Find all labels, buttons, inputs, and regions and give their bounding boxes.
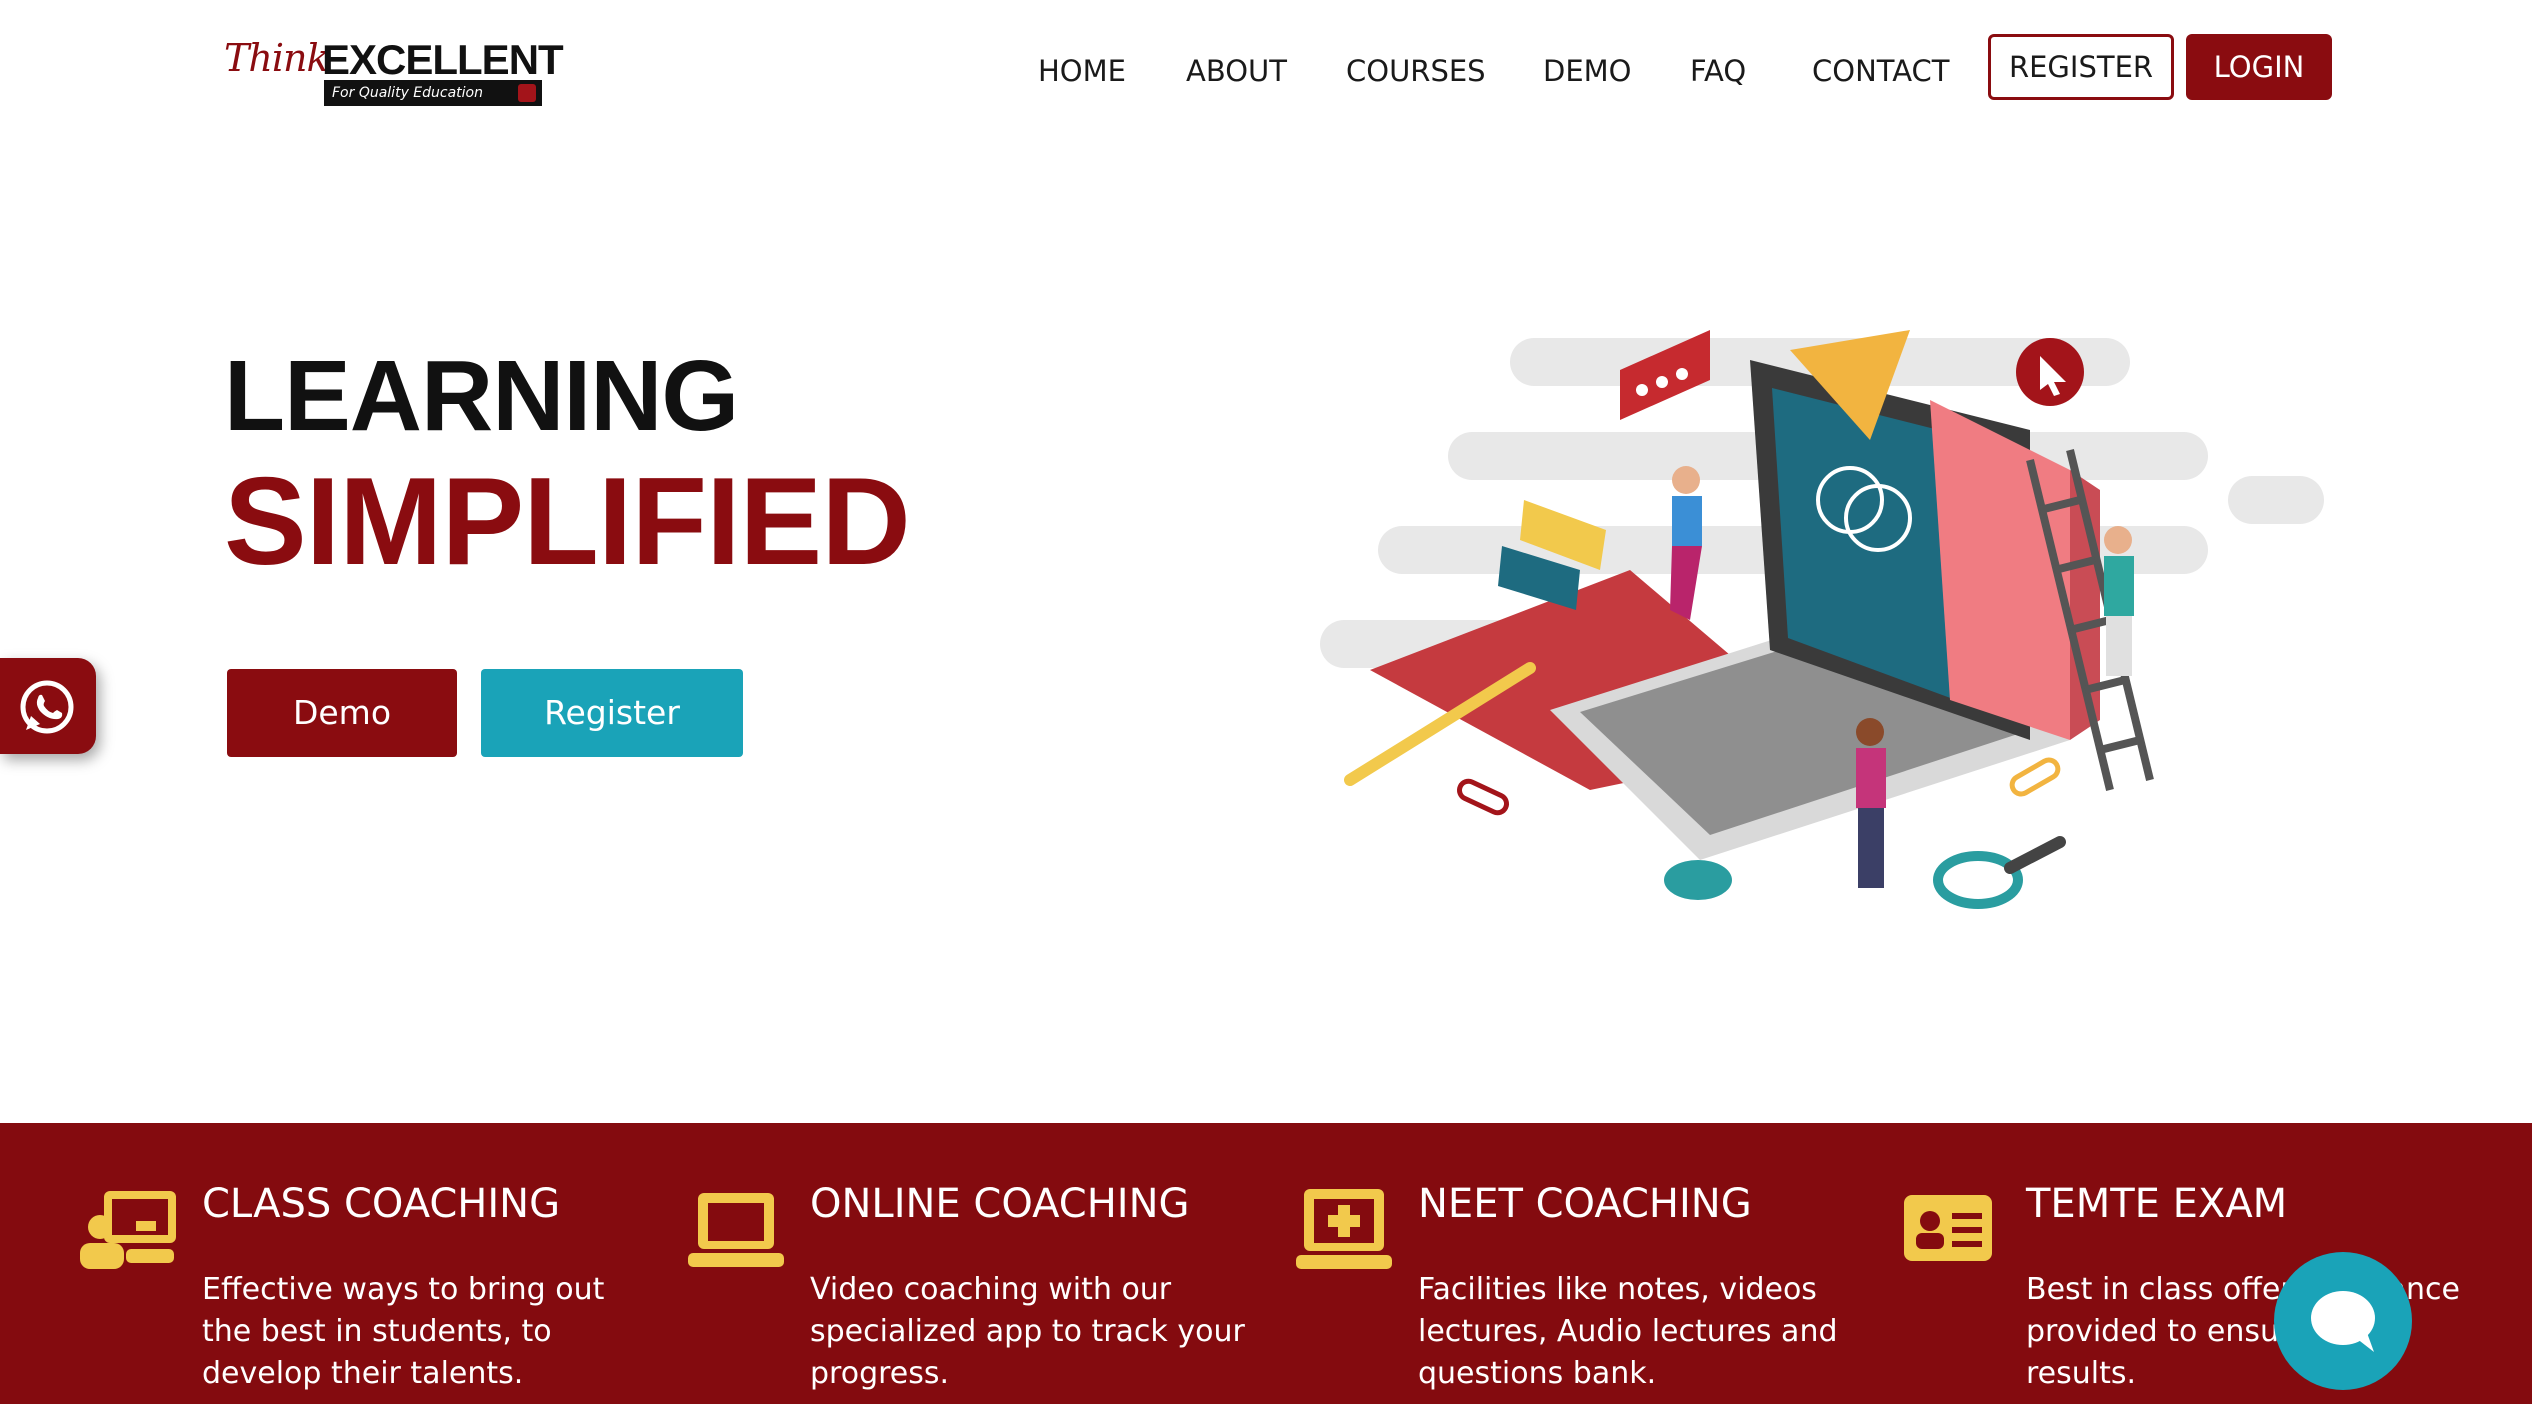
hero-register-button[interactable]: Register: [481, 669, 743, 757]
person-jumping-shape: [1670, 466, 1702, 620]
logo-think-text: Think: [224, 36, 329, 80]
teal-disc-shape: [1664, 860, 1732, 900]
nav-faq[interactable]: FAQ: [1690, 50, 1746, 92]
nav-contact[interactable]: CONTACT: [1812, 50, 1950, 92]
service-description: Effective ways to bring out the best in …: [202, 1272, 605, 1391]
hero-demo-button[interactable]: Demo: [227, 669, 457, 757]
hero-title-line2: SIMPLIFIED: [224, 453, 911, 591]
nav-demo[interactable]: DEMO: [1543, 50, 1632, 92]
logo-excellent-text: EXCELLENT: [322, 36, 564, 83]
service-description: Video coaching with our specialized app …: [810, 1272, 1245, 1391]
header-register-button[interactable]: REGISTER: [1988, 34, 2174, 100]
hero-illustration: [1320, 330, 2324, 909]
magnifier-shape: [1933, 851, 2023, 909]
services-band: CLASS COACHING Effective ways to bring o…: [0, 1123, 2532, 1404]
service-neet-coaching[interactable]: NEET COACHING Facilities like notes, vid…: [1294, 1123, 1874, 1404]
paperclip-yellow-shape: [2009, 757, 2061, 797]
live-chat-button[interactable]: [2274, 1252, 2412, 1390]
chat-icon: [2311, 1291, 2375, 1352]
site-logo[interactable]: Think EXCELLENT For Quality Education: [224, 36, 564, 108]
nav-about[interactable]: ABOUT: [1186, 50, 1287, 92]
nav-courses[interactable]: COURSES: [1346, 50, 1486, 92]
hero-title-line1: LEARNING: [224, 340, 739, 452]
nav-home[interactable]: HOME: [1038, 50, 1126, 92]
classroom-teacher-icon: [80, 1191, 176, 1269]
whatsapp-icon: [20, 680, 74, 734]
service-online-coaching[interactable]: ONLINE COACHING Video coaching with our …: [686, 1123, 1266, 1404]
medical-laptop-icon: [1296, 1189, 1392, 1269]
whatsapp-button[interactable]: [0, 658, 96, 754]
paperclip-red-shape: [1456, 778, 1510, 816]
bulb-icon: [518, 84, 536, 102]
service-class-coaching[interactable]: CLASS COACHING Effective ways to bring o…: [78, 1123, 658, 1404]
header-login-button[interactable]: LOGIN: [2186, 34, 2332, 100]
logo-tagline: For Quality Education: [324, 80, 542, 106]
service-title: ONLINE COACHING: [810, 1181, 1190, 1227]
laptop-icon: [688, 1193, 784, 1267]
service-description: Facilities like notes, videos lectures, …: [1418, 1272, 1838, 1391]
service-title: NEET COACHING: [1418, 1181, 1752, 1227]
logo-tagline-text: For Quality Education: [332, 85, 483, 101]
id-card-icon: [1904, 1195, 1992, 1261]
service-title: TEMTE EXAM: [2026, 1181, 2288, 1227]
service-title: CLASS COACHING: [202, 1181, 561, 1227]
